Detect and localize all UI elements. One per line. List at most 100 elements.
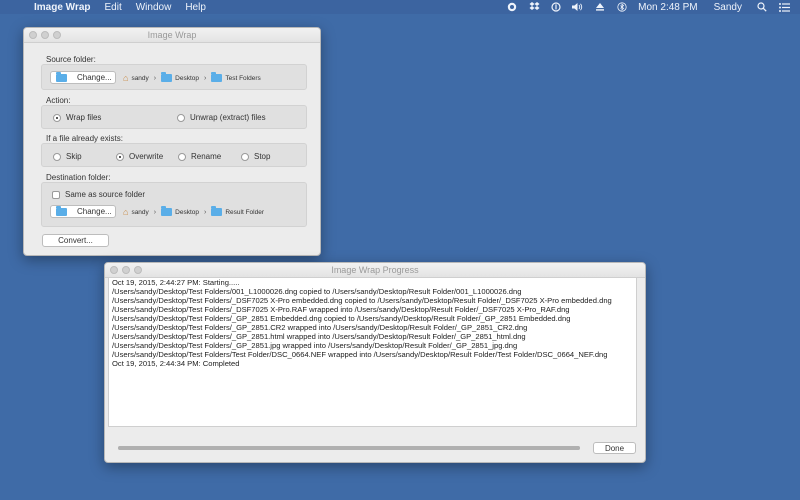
path-segment-label: Desktop <box>175 208 199 216</box>
file-exists-group: Skip Overwrite Rename Stop <box>41 143 307 167</box>
log-line: /Users/sandy/Desktop/Test Folders/001_L1… <box>112 287 522 296</box>
progress-window: Image Wrap Progress Oct 19, 2015, 2:44:2… <box>104 262 646 463</box>
log-line: /Users/sandy/Desktop/Test Folders/_GP_28… <box>112 314 571 323</box>
window-controls <box>29 31 65 39</box>
log-line: /Users/sandy/Desktop/Test Folders/_GP_28… <box>112 341 518 350</box>
spotlight-search-icon[interactable] <box>756 2 768 12</box>
destination-folder-group: Same as source folder Change... ⌂ sandy ›… <box>41 182 307 227</box>
home-icon: ⌂ <box>123 73 129 83</box>
path-segment-label: sandy <box>131 208 149 216</box>
path-segment-home[interactable]: ⌂ sandy <box>123 207 149 217</box>
volume-icon[interactable] <box>572 2 584 12</box>
menu-user[interactable]: Sandy <box>714 2 742 13</box>
path-segment-home[interactable]: ⌂ sandy <box>123 73 149 83</box>
radio-label: Skip <box>66 152 82 161</box>
source-path: ⌂ sandy › Desktop › Test Folders <box>123 72 261 83</box>
radio-dot <box>53 113 61 122</box>
convert-button[interactable]: Convert... <box>42 234 109 247</box>
path-segment-label: Desktop <box>175 74 199 82</box>
window-controls <box>110 266 146 274</box>
creative-cloud-icon[interactable] <box>506 2 518 12</box>
radio-dot <box>177 113 185 122</box>
destination-change-label: Change... <box>77 207 112 216</box>
progress-bar <box>118 446 580 450</box>
log-line: /Users/sandy/Desktop/Test Folders/Test F… <box>112 350 608 359</box>
progress-bar-fill <box>118 446 580 450</box>
path-segment-desktop[interactable]: Desktop <box>161 206 199 216</box>
same-as-source-checkbox[interactable]: Same as source folder <box>52 190 145 199</box>
home-icon: ⌂ <box>123 207 129 217</box>
radio-label: Wrap files <box>66 113 102 122</box>
path-segment-label: Test Folders <box>225 74 261 82</box>
menu-help[interactable]: Help <box>185 2 206 13</box>
window-titlebar[interactable]: Image Wrap Progress <box>105 263 645 278</box>
dropbox-icon[interactable] <box>528 2 540 12</box>
menu-edit[interactable]: Edit <box>105 2 122 13</box>
source-folder-group: Change... ⌂ sandy › Desktop › Test Folder… <box>41 64 307 90</box>
folder-icon <box>211 72 223 82</box>
folder-icon <box>56 205 67 216</box>
radio-dot <box>53 152 61 161</box>
menu-app-name[interactable]: Image Wrap <box>34 2 91 13</box>
window-title: Image Wrap Progress <box>331 265 419 275</box>
destination-change-button[interactable]: Change... <box>50 205 116 218</box>
path-segment-folder[interactable]: Result Folder <box>211 206 264 216</box>
path-segment-folder[interactable]: Test Folders <box>211 72 261 82</box>
radio-rename[interactable]: Rename <box>178 152 221 161</box>
radio-overwrite[interactable]: Overwrite <box>116 152 163 161</box>
zoom-icon[interactable] <box>53 31 61 39</box>
radio-skip[interactable]: Skip <box>53 152 82 161</box>
log-line: Oct 19, 2015, 2:44:34 PM: Completed <box>112 359 240 368</box>
chevron-right-icon: › <box>153 208 157 216</box>
radio-label: Unwrap (extract) files <box>190 113 266 122</box>
path-segment-label: sandy <box>131 74 149 82</box>
destination-path: ⌂ sandy › Desktop › Result Folder <box>123 206 264 217</box>
log-view[interactable]: Oct 19, 2015, 2:44:27 PM: Starting..... … <box>108 277 637 427</box>
source-folder-label: Source folder: <box>46 55 96 64</box>
radio-unwrap-files[interactable]: Unwrap (extract) files <box>177 113 266 122</box>
source-change-button[interactable]: Change... <box>50 71 116 84</box>
convert-label: Convert... <box>58 236 93 245</box>
radio-dot <box>178 152 186 161</box>
close-icon[interactable] <box>110 266 118 274</box>
minimize-icon[interactable] <box>41 31 49 39</box>
log-line: /Users/sandy/Desktop/Test Folders/_GP_28… <box>112 323 528 332</box>
done-label: Done <box>604 443 625 453</box>
folder-icon <box>211 206 223 216</box>
log-line: /Users/sandy/Desktop/Test Folders/_DSF70… <box>112 296 612 305</box>
window-title: Image Wrap <box>147 30 197 40</box>
status-tray: Mon 2:48 PM Sandy <box>506 0 790 14</box>
notification-center-icon[interactable] <box>778 2 790 12</box>
eject-icon[interactable] <box>594 2 606 12</box>
path-segment-desktop[interactable]: Desktop <box>161 72 199 82</box>
log-line: Oct 19, 2015, 2:44:27 PM: Starting..... <box>112 278 240 287</box>
checkbox-box <box>52 190 60 199</box>
minimize-icon[interactable] <box>122 266 130 274</box>
zoom-icon[interactable] <box>134 266 142 274</box>
sync-icon[interactable] <box>550 2 562 12</box>
done-button[interactable]: Done <box>593 442 636 454</box>
folder-icon <box>56 71 67 82</box>
radio-wrap-files[interactable]: Wrap files <box>53 113 101 122</box>
source-change-label: Change... <box>77 73 112 82</box>
chevron-right-icon: › <box>204 208 207 216</box>
log-line: /Users/sandy/Desktop/Test Folders/_DSF70… <box>112 305 570 314</box>
menu-bar: Image Wrap Edit Window Help Mon 2:48 PM … <box>0 0 800 14</box>
menu-window[interactable]: Window <box>136 2 172 13</box>
radio-label: Overwrite <box>129 152 164 161</box>
action-group: Wrap files Unwrap (extract) files <box>41 105 307 129</box>
radio-stop[interactable]: Stop <box>241 152 270 161</box>
radio-label: Stop <box>254 152 271 161</box>
action-label: Action: <box>46 96 71 105</box>
window-titlebar[interactable]: Image Wrap <box>24 28 320 43</box>
folder-icon <box>161 206 173 216</box>
radio-label: Rename <box>191 152 222 161</box>
menu-clock[interactable]: Mon 2:48 PM <box>638 2 697 13</box>
checkbox-label: Same as source folder <box>65 190 146 199</box>
image-wrap-window: Image Wrap Source folder: Change... ⌂ san… <box>23 27 321 256</box>
bluetooth-icon[interactable] <box>616 2 628 12</box>
radio-dot <box>241 152 249 161</box>
path-segment-label: Result Folder <box>225 208 264 216</box>
close-icon[interactable] <box>29 31 37 39</box>
folder-icon <box>161 72 173 82</box>
